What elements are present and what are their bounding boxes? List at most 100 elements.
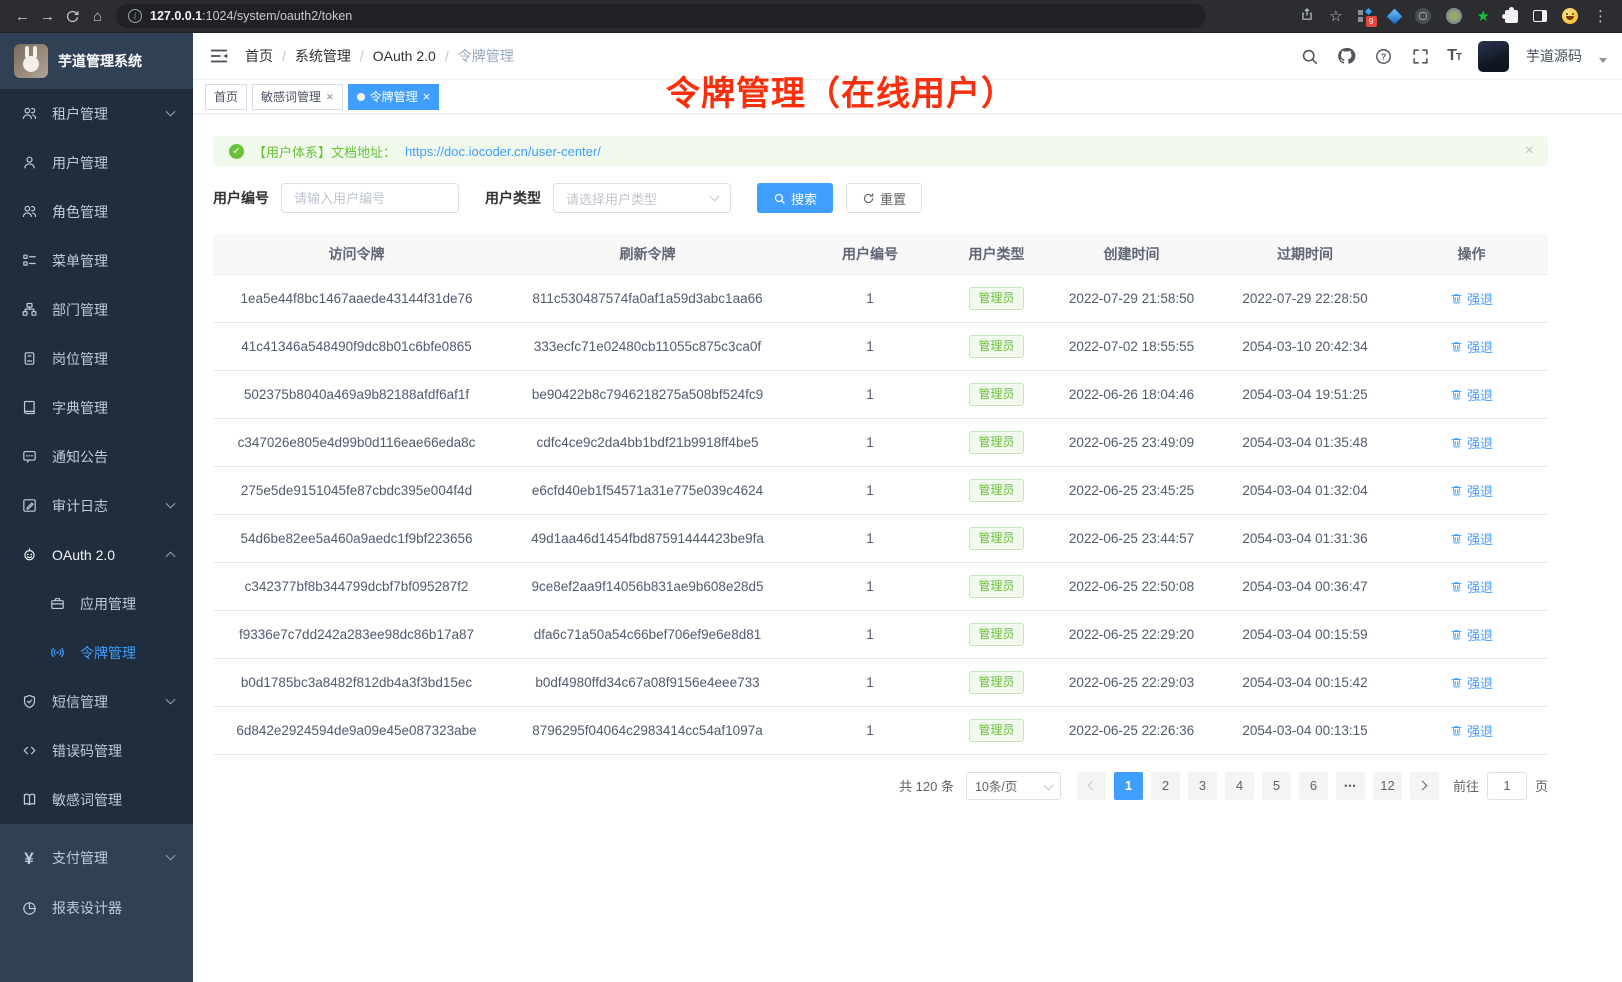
page-button-1[interactable]: 1	[1114, 772, 1143, 800]
sidebar-item[interactable]: 应用管理	[0, 579, 193, 628]
sidebar-item[interactable]: 错误码管理	[0, 726, 193, 775]
sidebar-item[interactable]: 部门管理	[0, 285, 193, 334]
cell-user-type: 管理员	[945, 562, 1048, 610]
user-type-select[interactable]: 请选择用户类型	[553, 183, 731, 213]
extension-circle-icon[interactable]	[1446, 8, 1462, 24]
collapse-sidebar-icon[interactable]	[208, 45, 230, 67]
close-icon[interactable]: ×	[1525, 143, 1534, 159]
cell-access-token: 502375b8040a469a9b82188afdf6af1f	[213, 370, 500, 418]
menu-tree-icon	[20, 252, 38, 270]
goto-page: 前往 页	[1453, 772, 1548, 800]
page-button-3[interactable]: 3	[1188, 772, 1217, 800]
browser-forward-button[interactable]: →	[35, 4, 60, 29]
page-button-6[interactable]: 6	[1299, 772, 1328, 800]
extensions-puzzle-icon[interactable]	[1505, 10, 1518, 23]
breadcrumb-item[interactable]: 首页	[245, 46, 273, 66]
tab-首页[interactable]: 首页	[205, 84, 247, 110]
side-panel-icon[interactable]	[1533, 10, 1547, 22]
extension-tampermonkey-icon[interactable]: 9	[1358, 8, 1374, 24]
breadcrumb-item[interactable]: OAuth 2.0	[373, 48, 436, 64]
doc-link[interactable]: https://doc.iocoder.cn/user-center/	[405, 144, 601, 159]
sidebar-item-label: 字典管理	[52, 398, 108, 418]
page-button-12[interactable]: 12	[1373, 772, 1402, 800]
table-row: c342377bf8b344799dcbf7bf095287f29ce8ef2a…	[213, 562, 1548, 610]
sidebar-item[interactable]: 角色管理	[0, 187, 193, 236]
site-info-icon[interactable]: i	[128, 9, 142, 23]
sidebar-item[interactable]: 菜单管理	[0, 236, 193, 285]
force-logout-button[interactable]: 强退	[1450, 289, 1493, 308]
page-button-5[interactable]: 5	[1262, 772, 1291, 800]
close-icon[interactable]: ×	[423, 90, 431, 103]
force-logout-button[interactable]: 强退	[1450, 385, 1493, 404]
sidebar-item[interactable]: 审计日志	[0, 481, 193, 530]
force-logout-button[interactable]: 强退	[1450, 673, 1493, 692]
user-avatar[interactable]	[1478, 41, 1509, 72]
force-logout-button[interactable]: 强退	[1450, 721, 1493, 740]
username[interactable]: 芋道源码	[1526, 46, 1582, 66]
force-logout-button[interactable]: 强退	[1450, 577, 1493, 596]
reset-button[interactable]: 重置	[846, 183, 922, 213]
page-button-2[interactable]: 2	[1151, 772, 1180, 800]
force-logout-label: 强退	[1467, 337, 1493, 356]
chevron-down-icon[interactable]	[1599, 58, 1607, 63]
force-logout-label: 强退	[1467, 673, 1493, 692]
force-logout-button[interactable]: 强退	[1450, 337, 1493, 356]
force-logout-label: 强退	[1467, 433, 1493, 452]
prev-page-button[interactable]	[1077, 772, 1106, 800]
next-page-button[interactable]	[1410, 772, 1439, 800]
app-logo[interactable]: 芋道管理系统	[0, 33, 193, 89]
browser-menu-icon[interactable]: ⋮	[1593, 7, 1608, 25]
browser-home-button[interactable]: ⌂	[85, 4, 110, 29]
breadcrumb: 首页/系统管理/OAuth 2.0/令牌管理	[245, 46, 514, 66]
sidebar-item[interactable]: 租户管理	[0, 89, 193, 138]
sidebar-item[interactable]: 报表设计器	[0, 883, 193, 933]
column-header: 访问令牌	[213, 234, 500, 274]
page-button-4[interactable]: 4	[1225, 772, 1254, 800]
force-logout-button[interactable]: 强退	[1450, 481, 1493, 500]
extension-dark-icon[interactable]	[1415, 8, 1431, 24]
fullscreen-icon[interactable]	[1410, 46, 1430, 66]
cell-access-token: c347026e805e4d99b0d116eae66eda8c	[213, 418, 500, 466]
table-row: 1ea5e44f8bc1467aaede43144f31de76811c5304…	[213, 274, 1548, 322]
tab-令牌管理[interactable]: 令牌管理×	[348, 84, 440, 110]
sidebar-item[interactable]: ¥支付管理	[0, 833, 193, 883]
cell-created-time: 2022-06-26 18:04:46	[1048, 370, 1215, 418]
page-size-select[interactable]: 10条/页	[966, 772, 1061, 800]
cell-action: 强退	[1395, 610, 1548, 658]
breadcrumb-item[interactable]: 系统管理	[295, 46, 351, 66]
sidebar-item[interactable]: 字典管理	[0, 383, 193, 432]
search-button[interactable]: 搜索	[757, 183, 833, 213]
cell-created-time: 2022-06-25 23:44:57	[1048, 514, 1215, 562]
doc-alert: ✓ 【用户体系】文档地址： https://doc.iocoder.cn/use…	[213, 136, 1548, 166]
share-icon[interactable]	[1300, 7, 1314, 26]
user-type-badge: 管理员	[969, 479, 1023, 502]
bookmark-star-icon[interactable]: ☆	[1329, 7, 1342, 25]
extension-star-icon[interactable]: ★	[1477, 7, 1490, 25]
sidebar-item[interactable]: 敏感词管理	[0, 775, 193, 824]
profile-avatar-icon[interactable]	[1562, 8, 1578, 24]
sidebar-item[interactable]: 令牌管理	[0, 628, 193, 677]
search-icon[interactable]	[1299, 46, 1319, 66]
sidebar-item[interactable]: 岗位管理	[0, 334, 193, 383]
goto-page-input[interactable]	[1487, 772, 1527, 800]
browser-back-button[interactable]: ←	[10, 4, 35, 29]
user-id-input[interactable]	[281, 183, 459, 213]
force-logout-button[interactable]: 强退	[1450, 625, 1493, 644]
close-icon[interactable]: ×	[326, 90, 334, 103]
sidebar-item[interactable]: 短信管理	[0, 677, 193, 726]
browser-reload-button[interactable]	[60, 4, 85, 29]
tab-敏感词管理[interactable]: 敏感词管理×	[252, 84, 343, 110]
sidebar-item[interactable]: 用户管理	[0, 138, 193, 187]
extension-gem-icon[interactable]	[1386, 8, 1402, 24]
font-size-icon[interactable]: TT	[1447, 47, 1461, 65]
sidebar-item[interactable]: OAuth 2.0	[0, 530, 193, 579]
sidebar-item-label: 部门管理	[52, 300, 108, 320]
force-logout-button[interactable]: 强退	[1450, 529, 1493, 548]
address-bar[interactable]: i 127.0.0.1:1024/system/oauth2/token	[116, 4, 1206, 28]
github-icon[interactable]	[1336, 46, 1356, 66]
page-ellipsis[interactable]: •••	[1336, 772, 1365, 800]
force-logout-button[interactable]: 强退	[1450, 433, 1493, 452]
cell-user-type: 管理员	[945, 322, 1048, 370]
help-icon[interactable]: ?	[1373, 46, 1393, 66]
sidebar-item[interactable]: 通知公告	[0, 432, 193, 481]
